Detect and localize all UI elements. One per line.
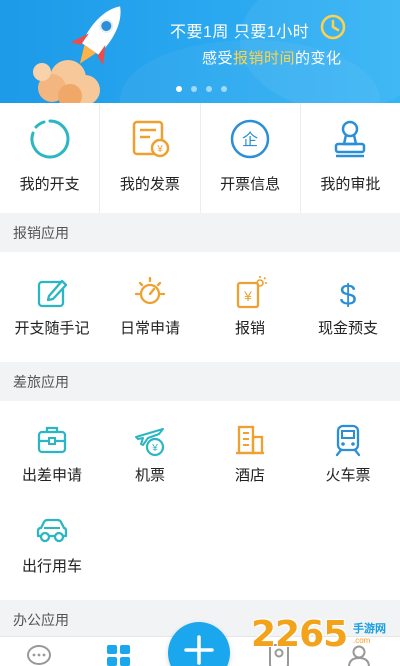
svg-text:$: $ [340,279,357,310]
section-title-reimbursement: 报销应用 [0,214,400,252]
flight-button[interactable]: ¥ 机票 [100,423,200,493]
rocket-illustration-icon [33,6,121,103]
svg-text:¥: ¥ [156,144,163,155]
carousel-indicator [176,86,227,92]
hotel-label: 酒店 [234,467,265,484]
cash-advance-label: 现金预支 [317,320,378,337]
my-expenses-label: 我的开支 [19,176,80,193]
expense-notes-button[interactable]: 开支随手记 [2,276,102,346]
chat-bubble-icon[interactable] [26,643,52,666]
watermark-number: 2265 [251,614,348,655]
ride-hailing-label: 出行用车 [21,558,82,575]
travel-panel: 出差申请 ¥ 机票 酒店 火车票 出行用车 [0,401,400,600]
banner-subline: 感受报销时间的变化 [202,47,342,68]
invoice-info-button[interactable]: 企 开票信息 [201,103,301,213]
invoice-info-label: 开票信息 [220,176,281,193]
business-trip-label: 出差申请 [21,467,82,484]
svg-text:企: 企 [242,130,258,149]
airplane-icon: ¥ [135,428,165,457]
train-ticket-button[interactable]: 火车票 [298,423,398,493]
banner-headline: 不要1周 只要1小时 [170,24,310,41]
clock-icon [320,14,346,40]
train-icon [335,424,361,457]
carousel-dot[interactable] [176,86,182,92]
briefcase-icon [37,426,67,454]
section-title-travel: 差旅应用 [0,363,400,401]
ride-hailing-button[interactable]: 出行用车 [2,514,102,584]
my-approvals-button[interactable]: 我的审批 [301,103,400,213]
carousel-dot[interactable] [191,86,197,92]
add-icon [184,635,214,665]
my-invoices-label: 我的发票 [119,176,180,193]
apps-grid-icon[interactable] [106,643,132,666]
sun-compass-icon [134,276,166,305]
my-approvals-label: 我的审批 [320,176,381,193]
svg-text:¥: ¥ [151,443,158,454]
daily-request-label: 日常申请 [119,320,180,337]
expense-notes-label: 开支随手记 [14,320,90,337]
business-trip-button[interactable]: 出差申请 [2,423,102,493]
edit-note-icon [37,279,68,308]
approval-stamp-icon [335,120,366,158]
my-expenses-button[interactable]: 我的开支 [0,103,101,213]
daily-request-button[interactable]: 日常申请 [100,276,200,346]
flight-label: 机票 [134,467,165,484]
hotel-button[interactable]: 酒店 [200,423,300,493]
train-ticket-label: 火车票 [325,467,371,484]
carousel-dot[interactable] [206,86,212,92]
watermark-url: .com [353,636,371,645]
yuan-receipt-icon: ¥ [236,276,267,309]
carousel-dot[interactable] [221,86,227,92]
reimbursement-panel: 开支随手记 日常申请 ¥ 报销 $ 现金预支 [0,252,400,362]
my-invoices-button[interactable]: ¥ 我的发票 [100,103,201,213]
hotel-building-icon [236,425,264,455]
reimburse-button[interactable]: ¥ 报销 [200,276,300,346]
car-icon [36,518,68,543]
cash-advance-button[interactable]: $ 现金预支 [298,276,398,346]
subline-prefix: 感受 [202,50,234,67]
promo-banner[interactable]: 不要1周 只要1小时 感受报销时间的变化 [0,0,400,103]
company-seal-icon: 企 [230,119,270,159]
dollar-icon: $ [340,279,357,310]
site-watermark: 2265 手游网 .com [251,614,397,664]
invoice-icon: ¥ [132,120,170,158]
subline-highlight: 报销时间 [233,50,296,67]
quick-access-grid: 我的开支 ¥ 我的发票 企 开票信息 我的审批 [0,103,400,213]
reimburse-label: 报销 [234,320,265,337]
subline-suffix: 的变化 [295,50,342,67]
spinner-ring-icon [30,119,70,159]
watermark-site-text: 手游网 [353,623,386,635]
svg-text:¥: ¥ [243,288,252,304]
